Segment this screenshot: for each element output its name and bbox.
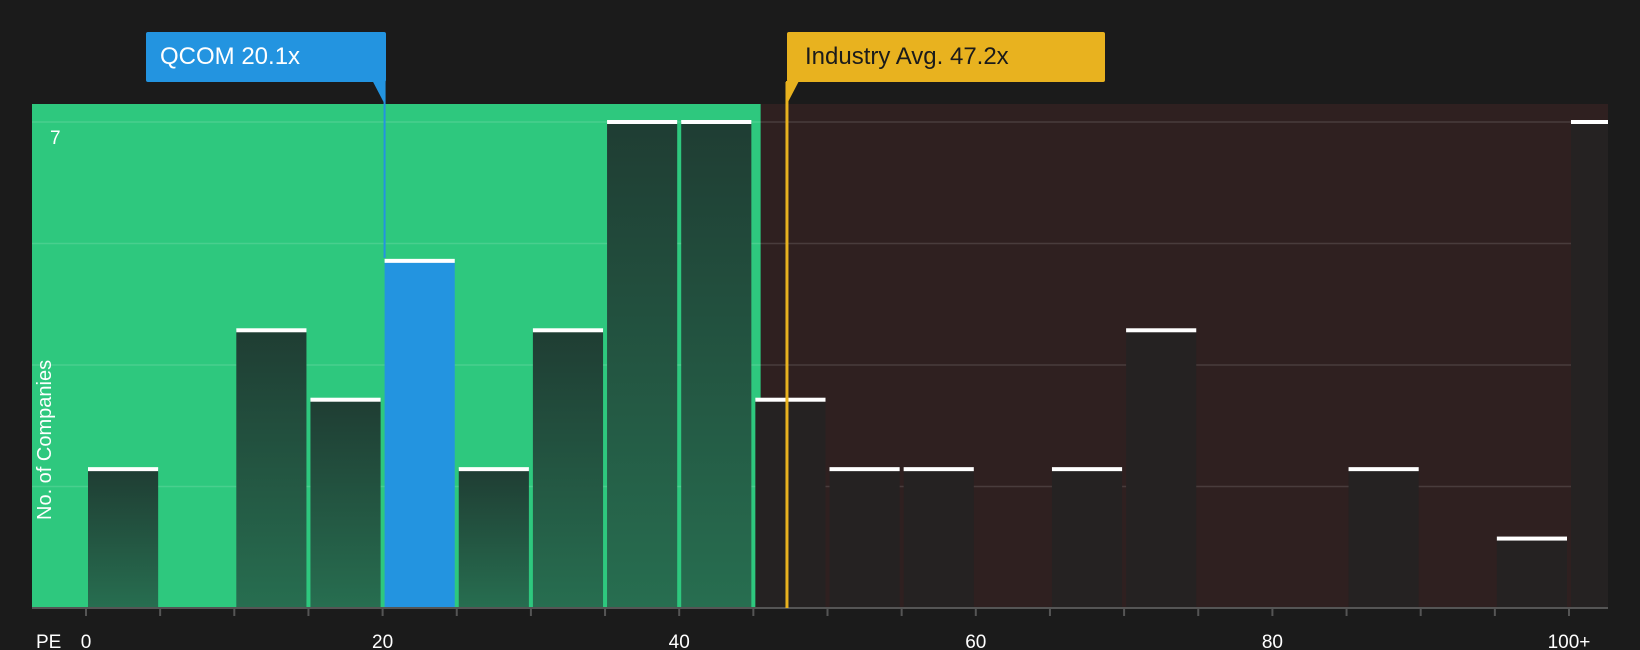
histogram-bar [532, 330, 604, 608]
histogram-bar [458, 469, 529, 608]
bar-cap [532, 328, 604, 333]
bar-cap [1348, 467, 1419, 472]
qcom-pe-callout: QCOM 20.1x [146, 32, 386, 82]
x-tick-label: 20 [372, 632, 393, 650]
bar-cap [755, 397, 826, 402]
histogram-bar [1051, 469, 1123, 608]
histogram-bar [1496, 538, 1567, 608]
bar-cap [1496, 536, 1567, 541]
bar-cap [310, 397, 381, 402]
histogram-bar [829, 469, 900, 608]
histogram-bar [607, 122, 678, 608]
histogram-bar [681, 122, 752, 608]
bar-cap [681, 120, 752, 124]
industry-average-callout: Industry Avg. 47.2x [787, 32, 1105, 82]
histogram-bar [384, 260, 455, 608]
bar-cap [1051, 467, 1123, 472]
histogram-bar [88, 469, 159, 608]
bar-cap [607, 120, 678, 124]
bar-cap [384, 258, 455, 263]
industry-callout-pointer [785, 81, 799, 104]
histogram-bar [1348, 469, 1419, 608]
x-tick-label: 40 [669, 632, 690, 650]
bar-cap [88, 467, 159, 472]
bar-cap [903, 467, 974, 472]
x-axis-ticks: 0 20 40 60 80 100+ [81, 608, 1591, 650]
pe-distribution-chart: 0 20 40 60 80 100+ 7 PE [32, 81, 1608, 650]
x-tick-label: 80 [1262, 632, 1283, 650]
bar-cap [829, 467, 900, 472]
histogram-bar [310, 399, 381, 608]
qcom-callout-pointer [372, 81, 386, 104]
y-axis-title: No. of Companies [34, 359, 56, 520]
y-axis-max-label: 7 [50, 128, 61, 149]
bar-cap [1571, 120, 1608, 124]
histogram-bar [1126, 330, 1197, 608]
bar-cap [236, 328, 307, 333]
x-tick-label: 0 [81, 632, 92, 650]
histogram-bar [755, 399, 826, 608]
histogram-bar [1571, 122, 1608, 608]
histogram-bar [903, 469, 974, 608]
bar-cap [458, 467, 529, 472]
x-axis-name: PE [36, 632, 61, 650]
x-tick-label: 60 [965, 632, 986, 650]
bar-cap [1126, 328, 1197, 333]
x-tick-label: 100+ [1548, 632, 1591, 650]
histogram-bar [236, 330, 307, 608]
